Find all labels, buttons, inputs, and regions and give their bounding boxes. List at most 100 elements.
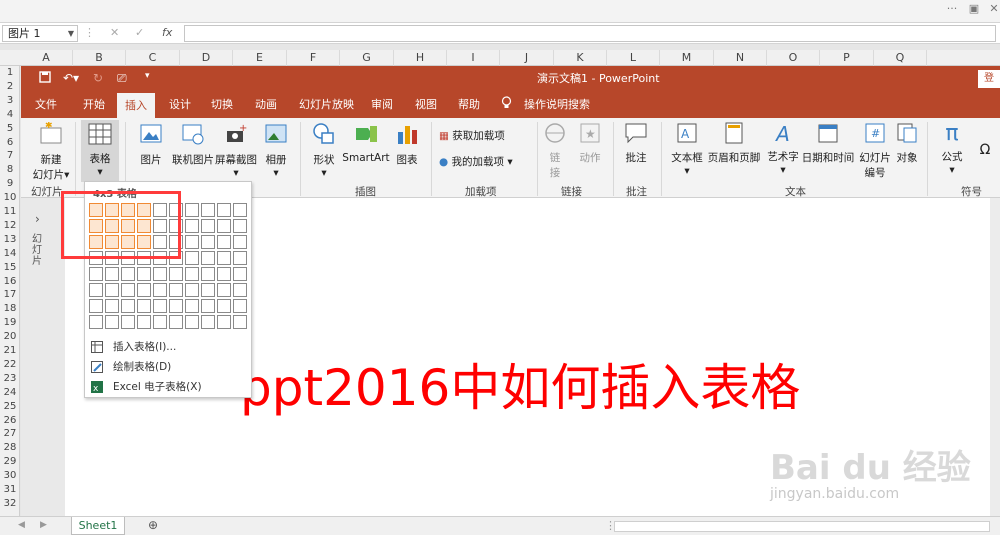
- tab-insert[interactable]: 插入: [117, 93, 155, 118]
- link-button[interactable]: 链接: [541, 122, 569, 180]
- table-grid-cell[interactable]: [137, 315, 151, 329]
- row-header-cell[interactable]: 14: [0, 247, 20, 261]
- column-header-cell[interactable]: B: [73, 50, 126, 66]
- table-grid-cell[interactable]: [201, 203, 215, 217]
- table-grid-cell[interactable]: [89, 299, 103, 313]
- tab-slideshow[interactable]: 幻灯片放映: [299, 96, 354, 112]
- column-header-cell[interactable]: D: [180, 50, 233, 66]
- table-grid-cell[interactable]: [185, 299, 199, 313]
- table-grid-cell[interactable]: [121, 267, 135, 281]
- row-header-cell[interactable]: 9: [0, 177, 20, 191]
- table-grid-cell[interactable]: [185, 251, 199, 265]
- table-grid-cell[interactable]: [169, 283, 183, 297]
- get-addins-button[interactable]: ▦ 获取加载项: [439, 128, 529, 143]
- row-header-cell[interactable]: 31: [0, 483, 20, 497]
- tell-me-search[interactable]: 操作说明搜索: [524, 96, 590, 112]
- row-header-cell[interactable]: 7: [0, 149, 20, 163]
- cancel-icon[interactable]: ✕: [110, 26, 119, 39]
- picture-button[interactable]: 图片: [131, 122, 171, 167]
- shapes-button[interactable]: 形状 ▾: [307, 122, 341, 179]
- row-header-cell[interactable]: 20: [0, 330, 20, 344]
- row-header-cell[interactable]: 19: [0, 316, 20, 330]
- row-header-cell[interactable]: 21: [0, 344, 20, 358]
- insert-table-item[interactable]: 插入表格(I)...: [89, 338, 247, 356]
- column-header-cell[interactable]: O: [767, 50, 820, 66]
- row-header-cell[interactable]: 8: [0, 163, 20, 177]
- row-header-cell[interactable]: 24: [0, 386, 20, 400]
- table-grid-cell[interactable]: [233, 219, 247, 233]
- object-button[interactable]: 对象: [893, 122, 921, 165]
- row-header-cell[interactable]: 2: [0, 80, 20, 94]
- table-grid-cell[interactable]: [233, 235, 247, 249]
- table-grid-cell[interactable]: [153, 299, 167, 313]
- table-grid-cell[interactable]: [153, 283, 167, 297]
- next-sheet-icon[interactable]: ▶: [40, 520, 47, 530]
- row-header-cell[interactable]: 17: [0, 288, 20, 302]
- table-grid-cell[interactable]: [201, 235, 215, 249]
- tab-design[interactable]: 设计: [169, 96, 191, 112]
- table-grid-cell[interactable]: [217, 219, 231, 233]
- table-grid-cell[interactable]: [217, 251, 231, 265]
- row-header-cell[interactable]: 18: [0, 302, 20, 316]
- table-grid-cell[interactable]: [89, 315, 103, 329]
- header-footer-button[interactable]: 页眉和页脚: [707, 122, 761, 165]
- row-header-cell[interactable]: 11: [0, 205, 20, 219]
- undo-icon[interactable]: ↶▾: [63, 71, 79, 85]
- table-grid-cell[interactable]: [185, 235, 199, 249]
- table-grid-cell[interactable]: [217, 315, 231, 329]
- table-grid-cell[interactable]: [185, 203, 199, 217]
- more-icon[interactable]: ···: [942, 2, 962, 18]
- table-grid-cell[interactable]: [233, 267, 247, 281]
- sheet-tab[interactable]: Sheet1: [71, 517, 125, 535]
- save-icon[interactable]: [39, 71, 51, 86]
- row-header-cell[interactable]: 10: [0, 191, 20, 205]
- close-icon[interactable]: ✕: [984, 2, 1000, 18]
- table-grid-cell[interactable]: [121, 299, 135, 313]
- excel-spreadsheet-item[interactable]: x Excel 电子表格(X): [89, 378, 247, 396]
- column-header-cell[interactable]: L: [607, 50, 660, 66]
- row-header-cell[interactable]: 5: [0, 122, 20, 136]
- table-grid-cell[interactable]: [185, 267, 199, 281]
- table-grid-cell[interactable]: [185, 283, 199, 297]
- comment-button[interactable]: 批注: [619, 122, 653, 165]
- table-grid-cell[interactable]: [137, 283, 151, 297]
- table-grid-cell[interactable]: [217, 267, 231, 281]
- formula-input[interactable]: [184, 25, 996, 42]
- column-header-cell[interactable]: E: [233, 50, 287, 66]
- table-grid-cell[interactable]: [217, 299, 231, 313]
- row-header-cell[interactable]: 30: [0, 469, 20, 483]
- row-header-cell[interactable]: 3: [0, 94, 20, 108]
- column-header-cell[interactable]: A: [20, 50, 73, 66]
- column-header-cell[interactable]: G: [340, 50, 394, 66]
- smartart-button[interactable]: SmartArt: [341, 122, 391, 164]
- start-from-beginning-icon[interactable]: ⎚: [117, 71, 127, 86]
- textbox-button[interactable]: A 文本框 ▾: [667, 122, 707, 177]
- column-header-cell[interactable]: Q: [874, 50, 927, 66]
- equation-button[interactable]: π 公式 ▾: [935, 122, 969, 177]
- wordart-button[interactable]: A 艺术字 ▾: [763, 122, 803, 176]
- table-grid-cell[interactable]: [201, 299, 215, 313]
- row-header-cell[interactable]: 29: [0, 455, 20, 469]
- table-grid-cell[interactable]: [89, 267, 103, 281]
- table-grid-cell[interactable]: [217, 203, 231, 217]
- table-grid-cell[interactable]: [105, 315, 119, 329]
- column-header-cell[interactable]: P: [820, 50, 874, 66]
- table-grid-cell[interactable]: [217, 283, 231, 297]
- table-grid-cell[interactable]: [105, 267, 119, 281]
- column-header-cell[interactable]: C: [126, 50, 180, 66]
- fx-icon[interactable]: fx: [162, 26, 172, 39]
- add-sheet-icon[interactable]: ⊕: [148, 518, 158, 532]
- table-grid-cell[interactable]: [185, 315, 199, 329]
- tab-file[interactable]: 文件: [35, 96, 57, 112]
- table-grid-cell[interactable]: [153, 267, 167, 281]
- online-picture-button[interactable]: 联机图片: [167, 122, 219, 167]
- tab-transitions[interactable]: 切换: [211, 96, 233, 112]
- table-grid-cell[interactable]: [201, 267, 215, 281]
- table-grid-cell[interactable]: [233, 251, 247, 265]
- tab-home[interactable]: 开始: [83, 96, 105, 112]
- row-header-cell[interactable]: 27: [0, 427, 20, 441]
- enter-icon[interactable]: ✓: [135, 26, 144, 39]
- table-grid-cell[interactable]: [169, 315, 183, 329]
- my-addins-button[interactable]: ● 我的加载项 ▾: [439, 154, 539, 169]
- table-button[interactable]: 表格 ▾: [81, 120, 119, 182]
